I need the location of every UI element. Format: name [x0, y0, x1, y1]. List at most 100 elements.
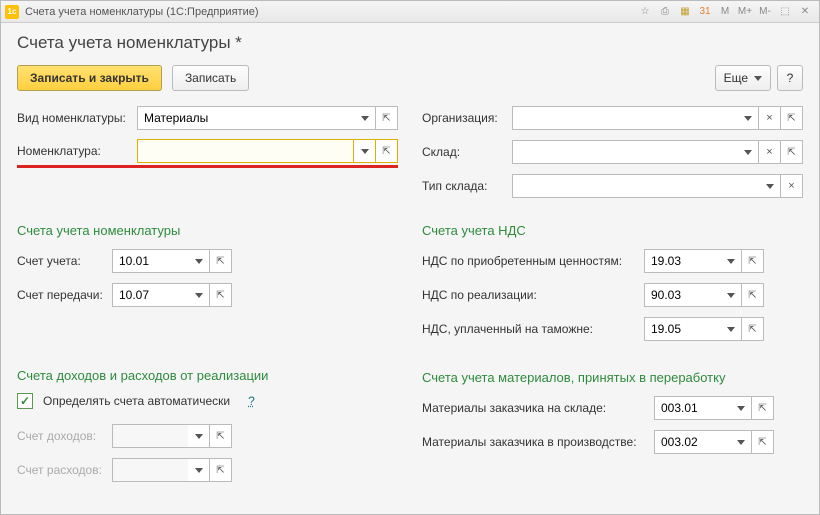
dropdown-icon[interactable] [720, 249, 742, 273]
dropdown-icon[interactable] [730, 430, 752, 454]
dropdown-icon[interactable] [188, 249, 210, 273]
dropdown-icon [188, 424, 210, 448]
nomenclature-type-input[interactable] [137, 106, 354, 130]
warehouse-type-row: Тип склада: × [422, 173, 803, 199]
memory-m-minus[interactable]: M- [756, 4, 774, 20]
dropdown-icon[interactable] [720, 283, 742, 307]
open-icon[interactable]: ⇱ [376, 139, 398, 163]
expense-label: Счет расходов: [17, 463, 112, 477]
transfer-input[interactable] [112, 283, 188, 307]
memory-m-plus[interactable]: M+ [736, 4, 754, 20]
account-input[interactable] [112, 249, 188, 273]
materials-stock-row: Материалы заказчика на складе: ⇱ [422, 395, 803, 421]
window-title: Счета учета номенклатуры (1С:Предприятие… [25, 6, 259, 18]
dropdown-icon[interactable] [730, 396, 752, 420]
dropdown-icon[interactable] [354, 139, 376, 163]
dropdown-icon[interactable] [188, 283, 210, 307]
expense-combo: ⇱ [112, 458, 232, 482]
save-button[interactable]: Записать [172, 65, 249, 91]
organization-input[interactable] [512, 106, 737, 130]
account-label: Счет учета: [17, 254, 112, 268]
open-icon[interactable]: ⇱ [752, 430, 774, 454]
toolbar: Записать и закрыть Записать Еще ? [17, 65, 803, 91]
open-icon[interactable]: ⇱ [742, 317, 764, 341]
vat-purchase-input[interactable] [644, 249, 720, 273]
transfer-combo[interactable]: ⇱ [112, 283, 232, 307]
organization-label: Организация: [422, 111, 512, 125]
clear-icon[interactable]: × [759, 140, 781, 164]
open-icon[interactable]: ⇱ [781, 106, 803, 130]
vat-purchase-label: НДС по приобретенным ценностям: [422, 254, 644, 268]
dropdown-icon[interactable] [720, 317, 742, 341]
vat-sales-row: НДС по реализации: ⇱ [422, 282, 803, 308]
dropdown-icon [188, 458, 210, 482]
nomenclature-type-combo[interactable]: ⇱ [137, 106, 398, 130]
open-icon[interactable]: ⇱ [210, 249, 232, 273]
help-link[interactable]: ? [248, 394, 255, 408]
calculator-icon[interactable]: ▦ [676, 4, 694, 20]
auto-accounts-checkbox[interactable]: ✓ [17, 393, 33, 409]
save-and-close-button[interactable]: Записать и закрыть [17, 65, 162, 91]
dropdown-icon[interactable] [737, 140, 759, 164]
open-icon[interactable]: ⇱ [210, 283, 232, 307]
open-icon[interactable]: ⇱ [742, 249, 764, 273]
memory-m[interactable]: M [716, 4, 734, 20]
dropdown-icon[interactable] [759, 174, 781, 198]
open-icon[interactable]: ⇱ [781, 140, 803, 164]
clear-icon[interactable]: × [759, 106, 781, 130]
titlebar: 1c Счета учета номенклатуры (1С:Предприя… [1, 1, 819, 23]
vat-customs-label: НДС, уплаченный на таможне: [422, 322, 644, 336]
materials-stock-label: Материалы заказчика на складе: [422, 401, 654, 415]
open-icon[interactable]: ⇱ [752, 396, 774, 420]
warehouse-combo[interactable]: × ⇱ [512, 140, 803, 164]
nomenclature-input[interactable] [137, 139, 354, 163]
dropdown-icon[interactable] [354, 106, 376, 130]
pl-section-title: Счета доходов и расходов от реализации [17, 368, 398, 383]
vat-purchase-combo[interactable]: ⇱ [644, 249, 764, 273]
materials-stock-combo[interactable]: ⇱ [654, 396, 774, 420]
organization-combo[interactable]: × ⇱ [512, 106, 803, 130]
accounts-section-title: Счета учета номенклатуры [17, 223, 398, 238]
favorite-icon[interactable]: ☆ [636, 4, 654, 20]
materials-prod-input[interactable] [654, 430, 730, 454]
warehouse-type-combo[interactable]: × [512, 174, 803, 198]
vat-customs-combo[interactable]: ⇱ [644, 317, 764, 341]
warehouse-type-label: Тип склада: [422, 179, 512, 193]
vat-sales-input[interactable] [644, 283, 720, 307]
chevron-down-icon [754, 76, 762, 81]
clear-icon[interactable]: × [781, 174, 803, 198]
open-icon: ⇱ [210, 458, 232, 482]
income-row: Счет доходов: ⇱ [17, 423, 398, 449]
nomenclature-row: Номенклатура: ⇱ [17, 139, 398, 168]
account-combo[interactable]: ⇱ [112, 249, 232, 273]
open-icon[interactable]: ⇱ [376, 106, 398, 130]
income-input [112, 424, 188, 448]
nomenclature-type-label: Вид номенклатуры: [17, 111, 137, 125]
organization-row: Организация: × ⇱ [422, 105, 803, 131]
vat-customs-row: НДС, уплаченный на таможне: ⇱ [422, 316, 803, 342]
vat-sales-combo[interactable]: ⇱ [644, 283, 764, 307]
close-icon[interactable]: ✕ [796, 4, 814, 20]
help-button[interactable]: ? [777, 65, 803, 91]
vat-purchase-row: НДС по приобретенным ценностям: ⇱ [422, 248, 803, 274]
materials-prod-label: Материалы заказчика в производстве: [422, 435, 654, 449]
more-button[interactable]: Еще [715, 65, 771, 91]
nomenclature-combo[interactable]: ⇱ [137, 139, 398, 163]
window-expand-icon[interactable]: ⬚ [776, 4, 794, 20]
materials-stock-input[interactable] [654, 396, 730, 420]
income-combo: ⇱ [112, 424, 232, 448]
materials-prod-combo[interactable]: ⇱ [654, 430, 774, 454]
open-icon[interactable]: ⇱ [742, 283, 764, 307]
warehouse-input[interactable] [512, 140, 737, 164]
warehouse-type-input[interactable] [512, 174, 759, 198]
vat-sales-label: НДС по реализации: [422, 288, 644, 302]
app-icon: 1c [5, 5, 19, 19]
materials-section-title: Счета учета материалов, принятых в перер… [422, 370, 803, 385]
nomenclature-label: Номенклатура: [17, 144, 137, 158]
account-row: Счет учета: ⇱ [17, 248, 398, 274]
calendar-icon[interactable]: 31 [696, 4, 714, 20]
dropdown-icon[interactable] [737, 106, 759, 130]
income-label: Счет доходов: [17, 429, 112, 443]
vat-customs-input[interactable] [644, 317, 720, 341]
print-icon[interactable]: ⎙ [656, 4, 674, 20]
